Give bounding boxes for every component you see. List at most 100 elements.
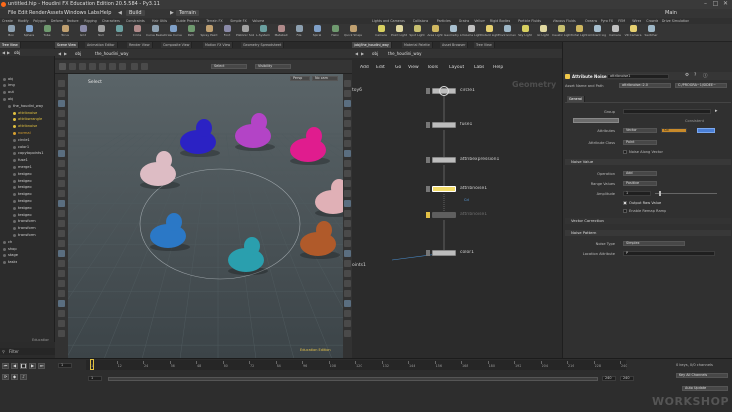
tree-row[interactable]: testgeo (0, 192, 55, 198)
shelf-tool[interactable]: L-System (254, 25, 272, 37)
tab-network-path[interactable]: /obj/the_houdini_way (352, 42, 392, 48)
group-field[interactable] (623, 109, 711, 114)
shelf-tab[interactable]: Viscous Fluids (553, 19, 576, 23)
desktop-prev-icon[interactable]: ◀ (118, 10, 122, 16)
group-arrow-icon[interactable]: ▸ (715, 108, 718, 114)
viewport-tool-icon[interactable] (58, 220, 65, 227)
viewport-tool-icon[interactable] (344, 320, 351, 327)
viewport-tool-icon[interactable] (58, 280, 65, 287)
amplitude-slider-handle[interactable] (659, 191, 661, 196)
shelf-tool[interactable]: Box (2, 25, 20, 37)
tree-row[interactable]: circle1 (0, 137, 55, 143)
viewport-tool-icon[interactable] (344, 220, 351, 227)
viewport-tool-icon[interactable] (58, 120, 65, 127)
viewport-canvas[interactable] (68, 74, 343, 358)
amplitude-field[interactable]: 1 (623, 191, 651, 196)
shelf-tab[interactable]: Hair Utils (152, 19, 167, 23)
viewport-tool-icon[interactable] (344, 200, 351, 207)
tab-tree-view[interactable]: Tree View (0, 42, 21, 48)
menu-labs[interactable]: Labs (88, 10, 100, 16)
asset-name-dropdown[interactable]: attribnoise::2.0 (619, 83, 671, 88)
viewport-tool-icon[interactable] (344, 120, 351, 127)
viewport-tool-icon[interactable] (58, 110, 65, 117)
shelf-tool[interactable]: Helix (326, 25, 344, 37)
tab-composite-view[interactable]: Composite View (161, 42, 193, 48)
tab-scene-view[interactable]: Scene View (55, 42, 79, 48)
viewport-tool-icon[interactable] (58, 190, 65, 197)
attr-name-field[interactable]: Cd (661, 128, 687, 133)
viewport-tool-icon[interactable] (58, 100, 65, 107)
viewport-tool-icon[interactable] (58, 320, 65, 327)
help-icon[interactable]: ? (694, 73, 696, 78)
node-flag-icon[interactable] (426, 186, 430, 192)
shelf-tab[interactable]: Volume (252, 19, 264, 23)
viewport-path-node[interactable]: the_houdini_way (95, 51, 128, 56)
shelf-tab[interactable]: Simple FX (230, 19, 246, 23)
network-node[interactable] (432, 157, 456, 163)
shelf-tab[interactable]: Create (2, 19, 13, 23)
node-flag-icon[interactable] (426, 212, 430, 218)
viewport-tool-icon[interactable] (344, 280, 351, 287)
viewport-tool-icon[interactable] (344, 250, 351, 257)
shelf-tool[interactable]: Camera (606, 25, 624, 37)
viewport-tool-icon[interactable] (344, 160, 351, 167)
tree-row[interactable]: attribwrangle (0, 117, 55, 123)
viewport-tool-icon[interactable] (58, 210, 65, 217)
viewport-tool-icon[interactable] (58, 90, 65, 97)
shelf-tab[interactable]: Lights and Cameras (372, 19, 405, 23)
tab-render-view[interactable]: Render View (127, 42, 153, 48)
shelf-tab[interactable]: Modify (18, 19, 29, 23)
section-vector-correction[interactable]: Vector Correction (565, 218, 731, 224)
tree-row[interactable]: attribnoise (0, 124, 55, 130)
section-noise-pattern[interactable]: Noise Pattern (565, 230, 731, 236)
noise-along-vector-checkbox[interactable] (623, 150, 627, 154)
tree-row[interactable]: normal (0, 130, 55, 136)
viewport-tool-icon[interactable] (344, 140, 351, 147)
viewport-tool-icon[interactable] (58, 330, 65, 337)
camera-tool-icon[interactable] (141, 63, 148, 70)
viewport-tool-icon[interactable] (58, 240, 65, 247)
shelf-tool[interactable]: File (290, 25, 308, 37)
back-arrow-icon[interactable]: ◀ (2, 50, 5, 55)
shelf-tab[interactable]: Terrain FX (206, 19, 222, 23)
shelf-tab[interactable]: Particle Fluids (518, 19, 541, 23)
shelf-tool[interactable]: Spiral (308, 25, 326, 37)
viewport-tool-icon[interactable] (344, 130, 351, 137)
shelf-tab[interactable]: Grains (459, 19, 470, 23)
funnel-icon[interactable]: ⚲ (2, 349, 5, 354)
shelf-tab[interactable]: Guide Process (176, 19, 199, 23)
shelf-tool[interactable]: Geometry Light (444, 25, 462, 37)
node-flag-icon[interactable] (426, 122, 430, 128)
node-name-field[interactable]: attribnoise1 (607, 73, 669, 79)
viewport-tool-icon[interactable] (344, 290, 351, 297)
shelf-tool[interactable]: Volume Light (462, 25, 480, 37)
view-tool-icon[interactable] (131, 63, 138, 70)
tab-animation-editor[interactable]: Animation Editor (85, 42, 118, 48)
tree-row[interactable]: attribnoise (0, 110, 55, 116)
viewport-tool-icon[interactable] (58, 170, 65, 177)
viewport-tool-icon[interactable] (344, 150, 351, 157)
end-frame-field[interactable]: 240 (602, 376, 616, 381)
attr-class-dropdown[interactable]: Point (623, 140, 657, 145)
shelf-tab[interactable]: Collisions (413, 19, 429, 23)
viewport-tool-icon[interactable] (58, 160, 65, 167)
shelf-tool[interactable]: Path (182, 25, 200, 37)
shelf-tab[interactable]: Rigid Bodies (490, 19, 510, 23)
shelf-tool[interactable]: Portal Light (570, 25, 588, 37)
jump-end-icon[interactable]: ⏭ (38, 363, 45, 369)
network-editor[interactable]: Add Edit Go View Tools Layout Labs Help Geometr… (352, 58, 562, 358)
shelf-tab[interactable]: Characters (102, 19, 120, 23)
menu-edit[interactable]: Edit (18, 10, 28, 16)
jump-start-icon[interactable]: ⏮ (2, 363, 9, 369)
range-dropdown[interactable]: Positive (623, 181, 657, 186)
tree-row[interactable]: the_houdini_way (0, 103, 55, 109)
tree-row[interactable]: shop (0, 246, 55, 252)
filter-label[interactable]: Filter (9, 349, 19, 354)
network-path-obj[interactable]: obj (372, 51, 378, 56)
shelf-tool[interactable]: Switcher (642, 25, 660, 37)
network-node[interactable] (432, 186, 456, 192)
viewport-tool-icon[interactable] (344, 100, 351, 107)
network-node[interactable] (432, 122, 456, 128)
shelf-tool[interactable]: Point Light (390, 25, 408, 37)
shelf-tool[interactable]: Grid (74, 25, 92, 37)
